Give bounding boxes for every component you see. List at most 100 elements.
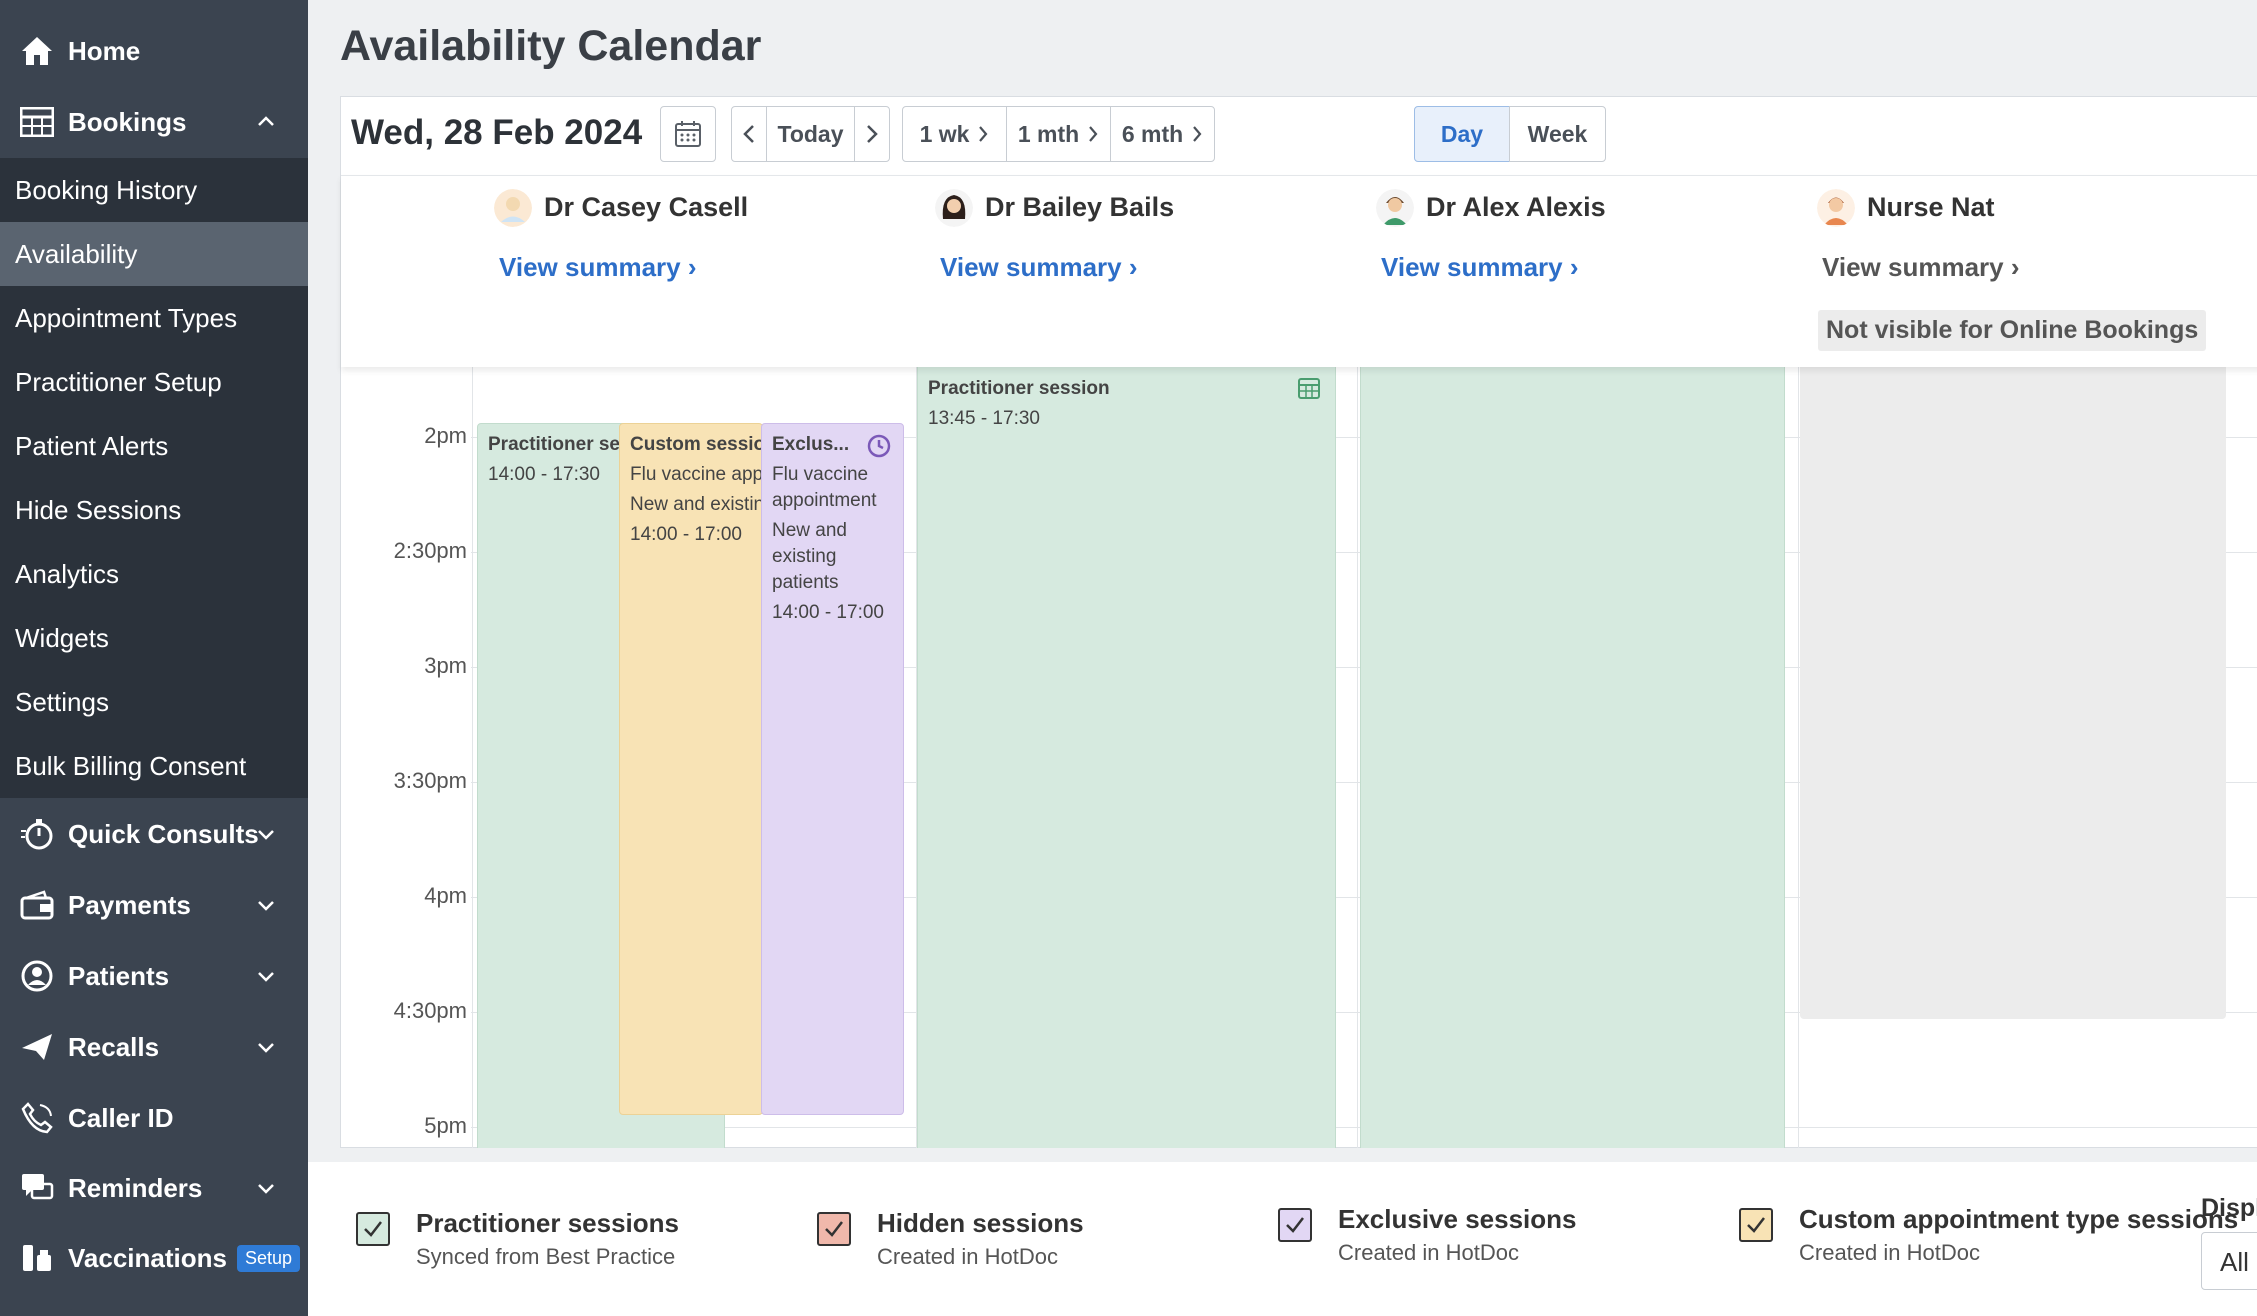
practitioner-column-header: Dr Alex Alexis View summary › (1376, 176, 1796, 366)
time-label: 3pm (424, 653, 467, 678)
nav-vaccinations[interactable]: Vaccinations Setup (0, 1222, 308, 1294)
practitioner-column-header: Dr Bailey Bails View summary › (935, 176, 1355, 366)
nav-reminders[interactable]: Reminders (0, 1152, 308, 1224)
calendar-panel: Wed, 28 Feb 2024 Today 1 wk 1 mth 6 mth … (340, 96, 2257, 1148)
view-summary-link[interactable]: View summary › (940, 252, 1138, 283)
range-6mth-button[interactable]: 6 mth (1110, 106, 1215, 162)
sidebar-item-appointment-types[interactable]: Appointment Types (0, 286, 308, 350)
range-6mth-label: 6 mth (1121, 120, 1184, 147)
chevron-right-icon: › (1128, 252, 1138, 282)
range-1mth-label: 1 mth (1017, 120, 1080, 147)
nav-vaccinations-label: Vaccinations (68, 1242, 227, 1273)
sidebar-item-availability[interactable]: Availability (0, 222, 308, 286)
nav-bookings-label: Bookings (68, 106, 187, 137)
current-date: Wed, 28 Feb 2024 (351, 113, 643, 152)
checkbox[interactable] (1739, 1208, 1773, 1242)
column-divider (1357, 367, 1358, 1148)
phone-icon (17, 1098, 57, 1138)
legend-title: Hidden sessions (877, 1208, 1084, 1238)
sidebar: Home Bookings Booking History Availabili… (0, 0, 308, 1316)
sidebar-item-analytics[interactable]: Analytics (0, 542, 308, 606)
sidebar-item-practitioner-setup[interactable]: Practitioner Setup (0, 350, 308, 414)
sidebar-item-settings[interactable]: Settings (0, 670, 308, 734)
date-picker-button[interactable] (660, 106, 716, 162)
range-1wk-label: 1 wk (919, 120, 970, 147)
session-appointment-type: Flu vaccine appointment (630, 464, 763, 485)
time-label: 4pm (424, 883, 467, 908)
practitioner-name: Dr Casey Casell (544, 192, 749, 222)
person-circle-icon (17, 956, 57, 996)
calendar-sync-icon (1298, 378, 1320, 399)
view-day-button[interactable]: Day (1414, 106, 1510, 162)
session-time: 14:00 - 17:00 (630, 524, 742, 545)
time-label: 4:30pm (393, 998, 467, 1023)
display-filter-label: Displ (2201, 1194, 2257, 1222)
nav-reminders-label: Reminders (68, 1172, 203, 1203)
next-day-button[interactable] (854, 106, 890, 162)
session-title: Custom session (630, 434, 763, 455)
hidden-online-session-block[interactable] (1800, 367, 2226, 1019)
view-summary-link[interactable]: View summary › (499, 252, 697, 283)
legend-subtitle: Created in HotDoc (877, 1244, 1058, 1269)
chevron-right-icon: › (1569, 252, 1579, 282)
nav-quick-consults[interactable]: Quick Consults (0, 798, 308, 870)
not-visible-notice: Not visible for Online Bookings (1818, 310, 2207, 351)
sidebar-item-booking-history[interactable]: Booking History (0, 158, 308, 222)
nav-patients[interactable]: Patients (0, 940, 308, 1012)
nav-home-label: Home (68, 35, 141, 66)
sidebar-item-hide-sessions[interactable]: Hide Sessions (0, 478, 308, 542)
checkbox[interactable] (1278, 1208, 1312, 1242)
legend-title: Practitioner sessions (416, 1208, 679, 1238)
view-week-button[interactable]: Week (1509, 106, 1606, 162)
chevron-right-icon: › (687, 252, 697, 282)
chevron-up-icon (258, 116, 274, 126)
sidebar-item-widgets[interactable]: Widgets (0, 606, 308, 670)
avatar (935, 189, 973, 227)
practitioner-name: Nurse Nat (1867, 192, 1995, 222)
time-label: 2:30pm (393, 538, 467, 563)
nav-home[interactable]: Home (0, 15, 308, 87)
stopwatch-icon (17, 814, 57, 854)
today-button[interactable]: Today (766, 106, 855, 162)
nav-recalls[interactable]: Recalls (0, 1011, 308, 1083)
page-title: Availability Calendar (340, 22, 762, 70)
range-1mth-button[interactable]: 1 mth (1006, 106, 1111, 162)
custom-session-block[interactable]: Custom session Flu vaccine appointment N… (619, 423, 763, 1115)
paper-plane-icon (17, 1027, 57, 1067)
session-legend: Practitioner sessions Synced from Best P… (308, 1162, 2257, 1316)
display-filter-select[interactable]: All (2201, 1232, 2257, 1290)
practitioner-column-header: Dr Casey Casell View summary › (494, 176, 914, 366)
practitioner-name: Dr Alex Alexis (1426, 192, 1606, 222)
calendar-grid-icon (17, 102, 57, 142)
avatar (494, 189, 532, 227)
view-summary-link[interactable]: View summary › (1381, 252, 1579, 283)
practitioner-session-block[interactable]: Practitioner session 13:45 - 17:30 (917, 367, 1336, 1148)
calendar-icon (675, 121, 701, 147)
chat-bubbles-icon (17, 1168, 57, 1208)
checkbox[interactable] (817, 1212, 851, 1246)
sidebar-item-bulk-billing-consent[interactable]: Bulk Billing Consent (0, 734, 308, 798)
view-summary-link[interactable]: View summary › (1822, 252, 2020, 283)
calendar-toolbar: Wed, 28 Feb 2024 Today 1 wk 1 mth 6 mth … (341, 97, 2257, 175)
practitioner-column-header: Nurse Nat View summary › Not visible for… (1817, 176, 2237, 366)
check-icon (1747, 1217, 1765, 1233)
range-1wk-button[interactable]: 1 wk (902, 106, 1007, 162)
exclusive-session-block[interactable]: Exclus... Flu vaccine appointment New an… (761, 423, 904, 1115)
time-label: 5pm (424, 1113, 467, 1138)
practitioner-header: Dr Casey Casell View summary › Dr Bailey… (341, 175, 2257, 367)
setup-badge: Setup (236, 1244, 301, 1272)
legend-subtitle: Created in HotDoc (1338, 1240, 1519, 1265)
practitioner-session-block[interactable] (1360, 367, 1785, 1148)
avatar (1817, 189, 1855, 227)
prev-day-button[interactable] (731, 106, 767, 162)
view-summary-label: View summary (1822, 252, 2004, 282)
checkbox[interactable] (356, 1212, 390, 1246)
chevron-right-icon (867, 125, 878, 143)
view-summary-label: View summary (1381, 252, 1563, 282)
nav-caller-id[interactable]: Caller ID (0, 1082, 308, 1154)
nav-bookings[interactable]: Bookings (0, 86, 308, 158)
legend-subtitle: Synced from Best Practice (416, 1244, 676, 1269)
nav-payments[interactable]: Payments (0, 869, 308, 941)
legend-subtitle: Created in HotDoc (1799, 1240, 1980, 1265)
sidebar-item-patient-alerts[interactable]: Patient Alerts (0, 414, 308, 478)
